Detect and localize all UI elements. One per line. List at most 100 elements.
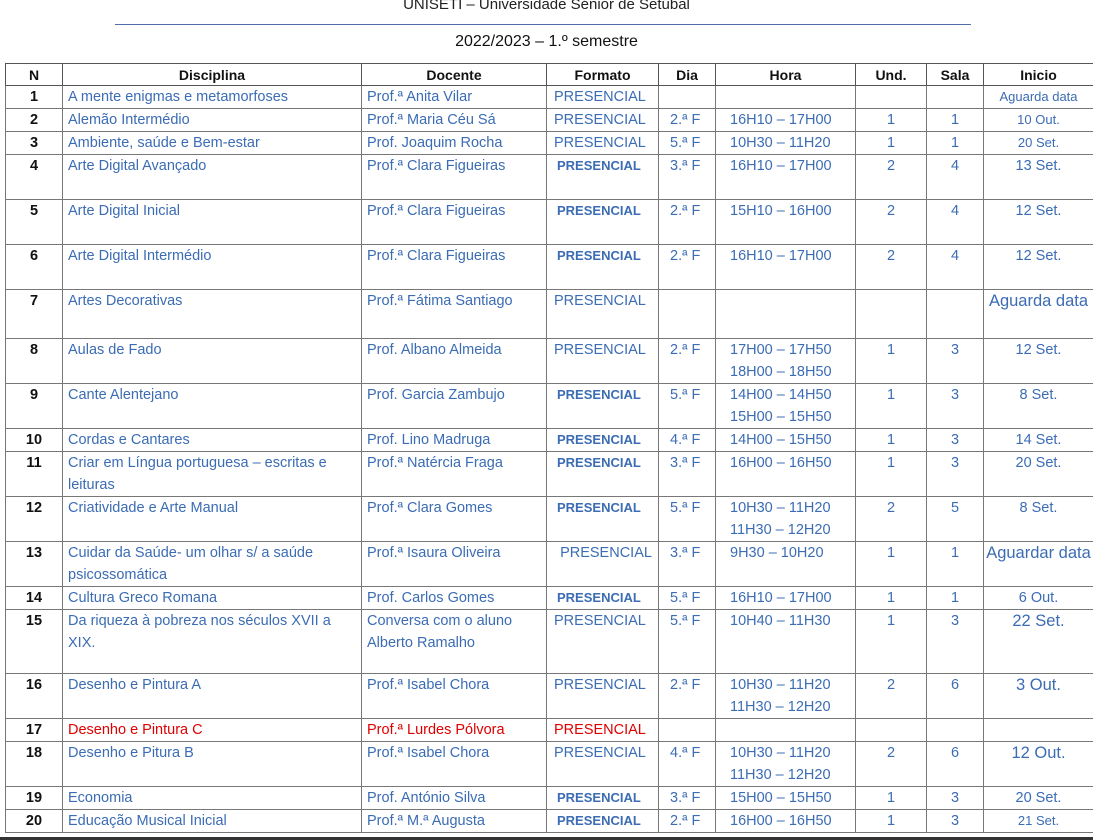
start-date: 12 Out. [983,741,1093,787]
time-slot: 10H30 – 11H20 11H30 – 12H20 [715,673,856,719]
course-name: Arte Digital Inicial [62,199,362,245]
course-name: Desenho e Pintura C [62,718,362,742]
start-date: 12 Set. [983,199,1093,245]
column-header-disciplina: Disciplina [62,63,362,86]
weekday [658,85,716,109]
column-header-formato: Formato [546,63,659,86]
room-number: 4 [926,199,984,245]
row-number: 14 [5,586,63,610]
teacher-name: Conversa com o aluno Alberto Ramalho [361,609,547,674]
teacher-name: Prof.ª Lurdes Pólvora [361,718,547,742]
time-slot: 16H00 – 16H50 [715,809,856,833]
time-slot: 16H10 – 17H00 [715,586,856,610]
table-row: 2 Alemão Intermédio Prof.ª Maria Céu Sá PRE… [5,108,1093,132]
format-badge: PRESENCIAL [546,383,659,429]
weekday: 3.ª F [658,541,716,587]
time-slot: 10H40 – 11H30 [715,609,856,674]
format-badge: PRESENCIAL [546,609,659,674]
table-row: 6 Arte Digital Intermédio Prof.ª Clara Fig… [5,244,1093,290]
room-number: 4 [926,244,984,290]
time-slot: 16H10 – 17H00 [715,154,856,200]
teacher-name: Prof.ª Clara Figueiras [361,199,547,245]
unit-count: 2 [855,496,927,542]
row-number: 11 [5,451,63,497]
format-badge: PRESENCIAL [546,428,659,452]
weekday [658,718,716,742]
column-header-hora: Hora [715,63,856,86]
format-badge: PRESENCIAL [546,154,659,200]
table-row: 10 Cordas e Cantares Prof. Lino Madruga PRE… [5,428,1093,452]
course-name: Educação Musical Inicial [62,809,362,833]
room-number: 3 [926,786,984,810]
start-date: 21 Set. [983,809,1093,833]
course-name: Artes Decorativas [62,289,362,339]
room-number: 5 [926,496,984,542]
room-number: 3 [926,383,984,429]
row-number: 9 [5,383,63,429]
weekday: 2.ª F [658,809,716,833]
table-row: 20 Educação Musical Inicial Prof.ª M.ª Aug… [5,809,1093,833]
format-badge: PRESENCIAL [546,809,659,833]
format-badge: PRESENCIAL [546,451,659,497]
row-number: 15 [5,609,63,674]
time-slot [715,289,856,339]
course-name: Aulas de Fado [62,338,362,384]
column-header-und: Und. [855,63,927,86]
course-name: Ambiente, saúde e Bem-estar [62,131,362,155]
course-name: Criatividade e Arte Manual [62,496,362,542]
weekday: 2.ª F [658,338,716,384]
row-number: 10 [5,428,63,452]
row-number: 1 [5,85,63,109]
format-badge: PRESENCIAL [546,673,659,719]
room-number: 1 [926,131,984,155]
start-date: 22 Set. [983,609,1093,674]
time-slot: 16H10 – 17H00 [715,108,856,132]
weekday: 2.ª F [658,199,716,245]
table-row: 3 Ambiente, saúde e Bem-estar Prof. Joaqui… [5,131,1093,155]
unit-count: 1 [855,108,927,132]
table-row: 17 Desenho e Pintura C Prof.ª Lurdes Pólvo… [5,718,1093,742]
course-name: Cante Alentejano [62,383,362,429]
time-slot: 16H00 – 16H50 [715,451,856,497]
time-slot: 14H00 – 15H50 [715,428,856,452]
weekday: 2.ª F [658,108,716,132]
table-row: 14 Cultura Greco Romana Prof. Carlos Gomes… [5,586,1093,610]
teacher-name: Prof. Garcia Zambujo [361,383,547,429]
start-date: Aguarda data [983,289,1093,339]
unit-count: 1 [855,451,927,497]
teacher-name: Prof.ª M.ª Augusta [361,809,547,833]
weekday: 3.ª F [658,451,716,497]
format-badge: PRESENCIAL [546,108,659,132]
room-number [926,289,984,339]
weekday: 5.ª F [658,383,716,429]
weekday: 5.ª F [658,131,716,155]
room-number: 3 [926,451,984,497]
start-date: 12 Set. [983,244,1093,290]
start-date: 8 Set. [983,383,1093,429]
format-badge: PRESENCIAL [546,496,659,542]
weekday: 4.ª F [658,428,716,452]
table-row: 16 Desenho e Pintura A Prof.ª Isabel Chora… [5,673,1093,719]
course-name: Da riqueza à pobreza nos séculos XVII a … [62,609,362,674]
time-slot: 9H30 – 10H20 [715,541,856,587]
course-name: Economia [62,786,362,810]
start-date: 10 Out. [983,108,1093,132]
course-name: Desenho e Pintura A [62,673,362,719]
unit-count: 1 [855,428,927,452]
teacher-name: Prof.ª Clara Gomes [361,496,547,542]
weekday: 5.ª F [658,609,716,674]
row-number: 8 [5,338,63,384]
format-badge: PRESENCIAL [546,586,659,610]
course-name: Arte Digital Avançado [62,154,362,200]
unit-count [855,718,927,742]
start-date: 3 Out. [983,673,1093,719]
course-name: A mente enigmas e metamorfoses [62,85,362,109]
start-date: 14 Set. [983,428,1093,452]
room-number: 3 [926,809,984,833]
table-row: 11 Criar em Língua portuguesa – escritas … [5,451,1093,497]
start-date: 6 Out. [983,586,1093,610]
format-badge: PRESENCIAL [546,786,659,810]
row-number: 17 [5,718,63,742]
format-badge: PRESENCIAL [546,85,659,109]
table-row: 5 Arte Digital Inicial Prof.ª Clara Figuei… [5,199,1093,245]
